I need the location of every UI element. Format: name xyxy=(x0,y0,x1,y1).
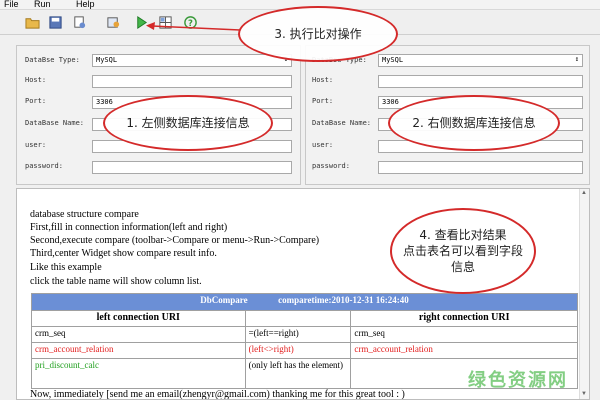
annotation-arrow xyxy=(146,22,241,31)
watermark: 绿色资源网 xyxy=(468,370,568,391)
